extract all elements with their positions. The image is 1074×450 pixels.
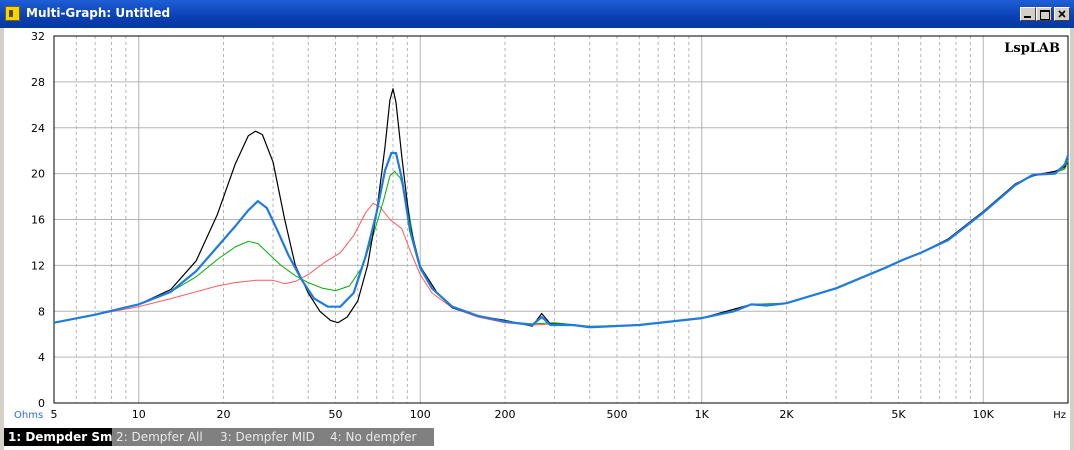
series-line-2 <box>53 88 1069 328</box>
maximize-button[interactable] <box>1036 7 1052 21</box>
x-tick-label: 500 <box>607 408 628 421</box>
y-tick-label: 20 <box>31 168 45 181</box>
x-tick-label: 5K <box>891 408 906 421</box>
y-unit-label: Ohms <box>14 410 43 421</box>
y-tick-label: 32 <box>31 30 45 43</box>
x-tick-label: 200 <box>494 408 515 421</box>
chart-grid <box>53 35 1069 404</box>
minimize-icon <box>1024 16 1031 18</box>
x-unit-label: Hz <box>1053 410 1066 421</box>
y-tick-label: 28 <box>31 76 45 89</box>
speaker-app-icon <box>5 6 20 21</box>
x-tick-label: 20 <box>216 408 230 421</box>
x-tick-label: 1K <box>695 408 710 421</box>
graph-tab-3[interactable]: 3: Dempfer MID <box>216 428 326 446</box>
maximize-icon <box>1040 10 1050 20</box>
x-tick-label: 10 <box>132 408 146 421</box>
graph-tab-4[interactable]: 4: No dempfer <box>326 428 430 446</box>
y-tick-label: 16 <box>31 214 45 227</box>
graph-tab-1[interactable]: 1: Dempder Sm <box>4 428 113 446</box>
x-tick-label: 100 <box>410 408 431 421</box>
y-tick-label: 8 <box>38 305 45 318</box>
close-button[interactable] <box>1054 7 1070 21</box>
x-tick-label: 50 <box>329 408 343 421</box>
chart-series <box>53 88 1070 329</box>
x-tick-label: 2K <box>779 408 794 421</box>
close-icon <box>1058 10 1066 18</box>
impedance-chart: 0 4 8 12 16 20 24 28 32 5 10 20 50 100 200 500 1K 2K 5K 10K… <box>14 30 1070 421</box>
y-tick-label: 0 <box>38 397 45 410</box>
window-title: Multi-Graph: Untitled <box>26 6 171 20</box>
title-bar[interactable]: Multi-Graph: Untitled <box>0 0 1074 28</box>
y-tick-label: 4 <box>38 351 45 364</box>
graph-tab-2[interactable]: 2: Dempfer All <box>112 428 216 446</box>
y-tick-label: 24 <box>31 122 45 135</box>
tab-strip: 1: Dempder Sm 2: Dempfer All 3: Dempfer MI… <box>4 428 434 446</box>
chart-tick-labels: 0 4 8 12 16 20 24 28 32 5 10 20 50 100 200 500 1K 2K 5K 10K… <box>14 30 1066 421</box>
x-tick-label: 10K <box>973 408 995 421</box>
series-line-4 <box>53 159 1069 328</box>
series-line-3 <box>53 160 1069 327</box>
lsplab-watermark: LspLAB <box>1004 41 1060 56</box>
y-tick-label: 12 <box>31 259 45 272</box>
minimize-button[interactable] <box>1020 7 1036 21</box>
x-tick-label: 5 <box>51 408 58 421</box>
